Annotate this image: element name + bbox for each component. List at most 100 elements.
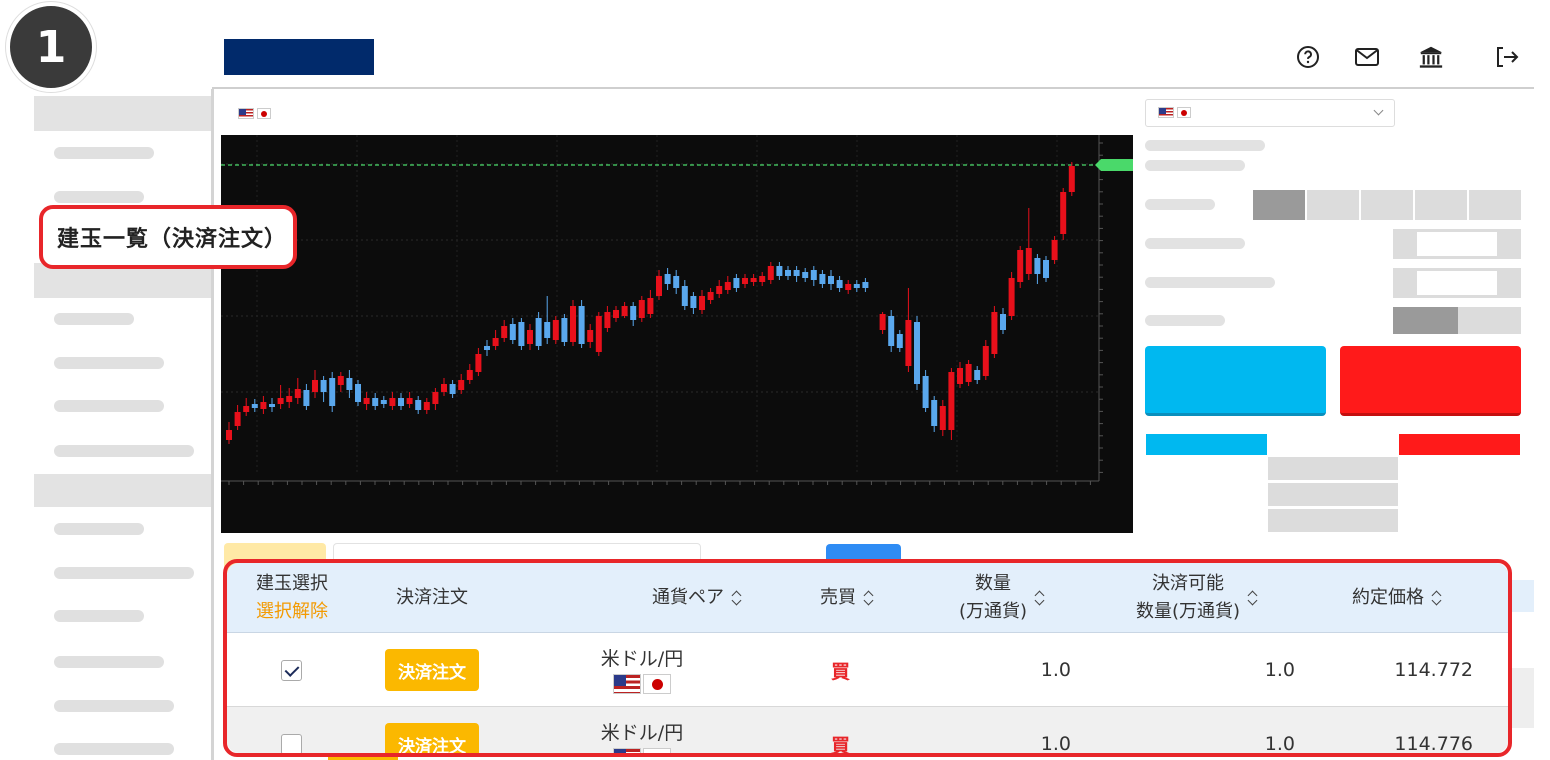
- toggle-option-active[interactable]: [1393, 307, 1458, 334]
- bank-icon[interactable]: [1418, 44, 1444, 70]
- candle-body: [862, 282, 869, 288]
- candle-body: [621, 306, 628, 316]
- sidebar-item[interactable]: [54, 523, 144, 535]
- quantity-stepper[interactable]: [1393, 229, 1521, 259]
- sidebar-item[interactable]: [54, 357, 164, 369]
- sidebar-item[interactable]: [54, 743, 174, 755]
- candle-body: [423, 402, 430, 410]
- available-cell: 1.0: [1227, 707, 1295, 753]
- sort-icon[interactable]: [864, 591, 874, 605]
- row-checkbox[interactable]: [281, 733, 302, 753]
- sidebar-item[interactable]: [54, 656, 164, 668]
- price-input[interactable]: [1417, 271, 1497, 295]
- chevron-down-icon: [1373, 105, 1384, 116]
- candle-body: [561, 318, 568, 342]
- panel-placeholder: [1145, 238, 1245, 249]
- candlestick-chart[interactable]: [221, 87, 1133, 533]
- side-value: 買: [831, 660, 851, 683]
- jp-flag-icon: [643, 748, 671, 753]
- price-chart[interactable]: [221, 87, 1133, 533]
- candle-body: [294, 389, 301, 398]
- toggle-option[interactable]: [1458, 307, 1521, 334]
- order-type-option-active[interactable]: [1253, 190, 1305, 220]
- quantity-value: 1.0: [1040, 659, 1071, 681]
- column-side[interactable]: 売買: [767, 563, 927, 633]
- sort-icon[interactable]: [1248, 591, 1258, 605]
- sidebar-item[interactable]: [54, 400, 164, 412]
- order-cell: 決済注文: [385, 633, 479, 707]
- close-order-button[interactable]: 決済注文: [385, 723, 479, 753]
- candle-body: [733, 278, 740, 288]
- price-value: 114.776: [1394, 733, 1473, 753]
- chart-pair-flags: [238, 108, 271, 119]
- candle-body: [449, 384, 456, 394]
- column-select-label: 建玉選択: [256, 573, 328, 594]
- deselect-link[interactable]: 選択解除: [256, 598, 328, 626]
- sidebar-section-3[interactable]: [34, 474, 211, 507]
- candle-body: [1025, 248, 1032, 274]
- jp-flag-icon: [1177, 107, 1191, 118]
- brand-logo[interactable]: [224, 39, 374, 75]
- candle-body: [957, 368, 963, 384]
- sidebar-section-1[interactable]: [34, 96, 211, 131]
- panel-placeholder: [1145, 277, 1275, 288]
- candle-body: [1034, 258, 1041, 274]
- currency-pair-select[interactable]: [1145, 99, 1395, 127]
- sidebar-item[interactable]: [54, 313, 134, 325]
- candle-body: [656, 276, 662, 296]
- sort-icon[interactable]: [732, 591, 742, 605]
- price-stepper[interactable]: [1393, 268, 1521, 298]
- buy-button[interactable]: [1145, 346, 1326, 416]
- row-checkbox[interactable]: [281, 659, 302, 681]
- quantity-cell: 1.0: [1007, 707, 1071, 753]
- order-type-option[interactable]: [1415, 190, 1467, 220]
- quantity-input[interactable]: [1417, 232, 1497, 256]
- order-type-option[interactable]: [1307, 190, 1359, 220]
- available-cell: 1.0: [1227, 633, 1295, 707]
- column-quantity[interactable]: 数量 (万通貨): [927, 563, 1077, 633]
- order-type-option[interactable]: [1361, 190, 1413, 220]
- sidebar-item[interactable]: [54, 147, 154, 159]
- sidebar-item[interactable]: [54, 567, 194, 579]
- quantity-value: 1.0: [1040, 733, 1071, 753]
- logout-icon[interactable]: [1494, 44, 1520, 70]
- column-quantity-label: 数量: [974, 573, 1011, 594]
- column-available[interactable]: 決済可能 数量(万通貨): [1107, 563, 1287, 633]
- help-icon[interactable]: [1295, 44, 1321, 70]
- close-order-button[interactable]: 決済注文: [385, 649, 479, 691]
- candle-body: [914, 322, 920, 384]
- spread-box: [1268, 509, 1398, 532]
- order-cell: 決済注文: [385, 707, 479, 753]
- candle-body: [613, 310, 619, 318]
- sort-icon[interactable]: [1432, 591, 1442, 605]
- order-type-option[interactable]: [1469, 190, 1521, 220]
- bid-price-bar: [1146, 434, 1267, 455]
- candle-body: [260, 402, 267, 409]
- table-row[interactable]: 決済注文 米ドル/円 買 1.0 1.0 114.772: [227, 633, 1508, 707]
- side-value: 買: [831, 734, 851, 754]
- us-flag-icon: [613, 748, 641, 753]
- sidebar-item[interactable]: [54, 191, 144, 203]
- candle-body: [475, 354, 482, 372]
- candle-body: [681, 286, 688, 306]
- panel-placeholder: [1145, 199, 1215, 210]
- sell-button[interactable]: [1340, 346, 1521, 416]
- candle-body: [346, 378, 353, 390]
- sidebar-item[interactable]: [54, 445, 194, 457]
- candle-body: [492, 338, 499, 346]
- candle-body: [380, 400, 387, 404]
- candle-body: [406, 398, 413, 404]
- mail-icon[interactable]: [1354, 44, 1380, 70]
- sidebar-item[interactable]: [54, 700, 174, 712]
- column-pair-label: 通貨ペア: [652, 587, 724, 608]
- sort-icon[interactable]: [1035, 591, 1045, 605]
- column-price[interactable]: 約定価格: [1327, 563, 1467, 633]
- ask-price-bar: [1399, 434, 1520, 455]
- candle-body: [742, 278, 748, 284]
- available-value: 1.0: [1264, 659, 1295, 681]
- candle-body: [965, 364, 972, 382]
- candle-body: [948, 372, 955, 430]
- table-row[interactable]: 決済注文 米ドル/円 買 1.0 1.0 114.776: [227, 707, 1508, 753]
- step-number-badge: 1: [6, 2, 96, 92]
- sidebar-item[interactable]: [54, 610, 144, 622]
